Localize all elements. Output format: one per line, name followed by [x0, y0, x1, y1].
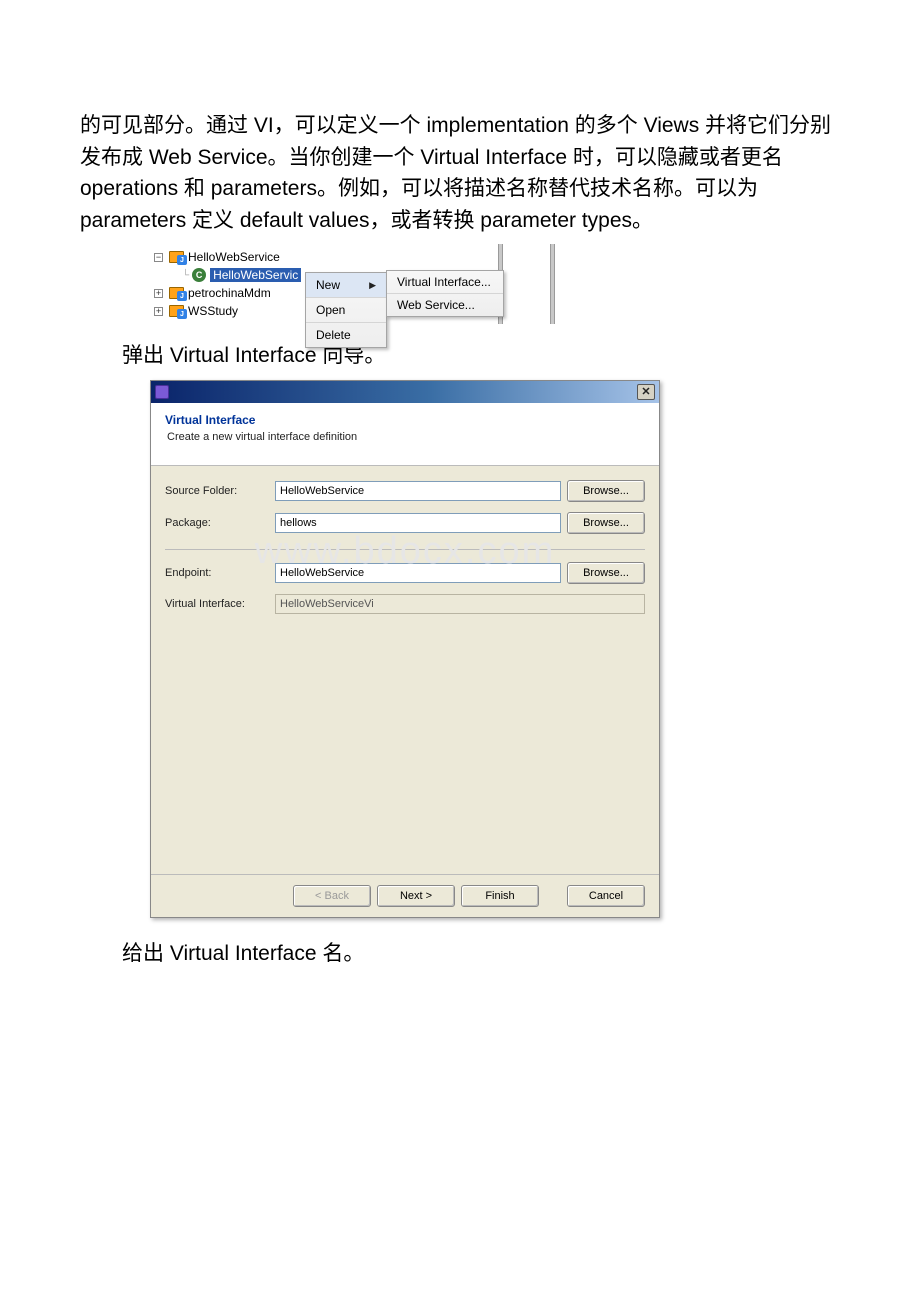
menu-item-new[interactable]: New ▶	[306, 273, 386, 298]
menu-label: Open	[316, 303, 345, 317]
tree-contextmenu-screenshot: − J HelloWebService └ C HelloWebServic +…	[150, 244, 560, 324]
label-source-folder: Source Folder:	[165, 485, 269, 497]
close-button[interactable]: ✕	[637, 384, 655, 400]
label-endpoint: Endpoint:	[165, 567, 269, 579]
wizard-subtitle: Create a new virtual interface definitio…	[167, 431, 645, 443]
wizard-title: Virtual Interface	[165, 413, 645, 427]
endpoint-input[interactable]	[275, 563, 561, 583]
context-menu: New ▶ Open Delete	[305, 272, 387, 348]
paragraph-2: 弹出 Virtual Interface 向导。	[80, 340, 840, 372]
finish-button[interactable]: Finish	[461, 885, 539, 907]
folder-icon: J	[169, 305, 184, 317]
folder-icon: J	[169, 251, 184, 263]
browse-package-button[interactable]: Browse...	[567, 512, 645, 534]
submenu-new: Virtual Interface... Web Service...	[386, 270, 504, 317]
cancel-button[interactable]: Cancel	[567, 885, 645, 907]
next-button[interactable]: Next >	[377, 885, 455, 907]
class-icon: C	[192, 268, 206, 282]
wizard-dialog: ✕ Virtual Interface Create a new virtual…	[150, 380, 660, 918]
submenu-arrow-icon: ▶	[369, 280, 376, 291]
package-input[interactable]	[275, 513, 561, 533]
tree-node-hellowebservice[interactable]: HelloWebService	[188, 250, 280, 264]
browse-source-button[interactable]: Browse...	[567, 480, 645, 502]
tree-toggle-minus-icon[interactable]: −	[154, 253, 163, 262]
menu-item-delete[interactable]: Delete	[306, 323, 386, 347]
label-package: Package:	[165, 517, 269, 529]
folder-icon: J	[169, 287, 184, 299]
paragraph-3: 给出 Virtual Interface 名。	[80, 938, 840, 970]
tree-node-selected[interactable]: HelloWebServic	[210, 268, 301, 282]
tree-toggle-plus-icon[interactable]: +	[154, 289, 163, 298]
virtual-interface-input[interactable]	[275, 594, 645, 614]
menu-item-web-service[interactable]: Web Service...	[387, 294, 503, 316]
menu-label: New	[316, 278, 340, 292]
back-button: < Back	[293, 885, 371, 907]
paragraph-1: 的可见部分。通过 VI，可以定义一个 implementation 的多个 Vi…	[80, 110, 840, 236]
menu-item-open[interactable]: Open	[306, 298, 386, 323]
browse-endpoint-button[interactable]: Browse...	[567, 562, 645, 584]
label-virtual-interface: Virtual Interface:	[165, 598, 269, 610]
dialog-titlebar: ✕	[151, 381, 659, 403]
tree-toggle-plus-icon[interactable]: +	[154, 307, 163, 316]
tree-line-icon: └	[182, 270, 188, 281]
menu-label: Delete	[316, 328, 351, 342]
wizard-icon	[155, 385, 169, 399]
tree-node-petrochinamdm[interactable]: petrochinaMdm	[188, 286, 271, 300]
menu-item-virtual-interface[interactable]: Virtual Interface...	[387, 271, 503, 294]
source-folder-input[interactable]	[275, 481, 561, 501]
tree-node-wsstudy[interactable]: WSStudy	[188, 304, 238, 318]
